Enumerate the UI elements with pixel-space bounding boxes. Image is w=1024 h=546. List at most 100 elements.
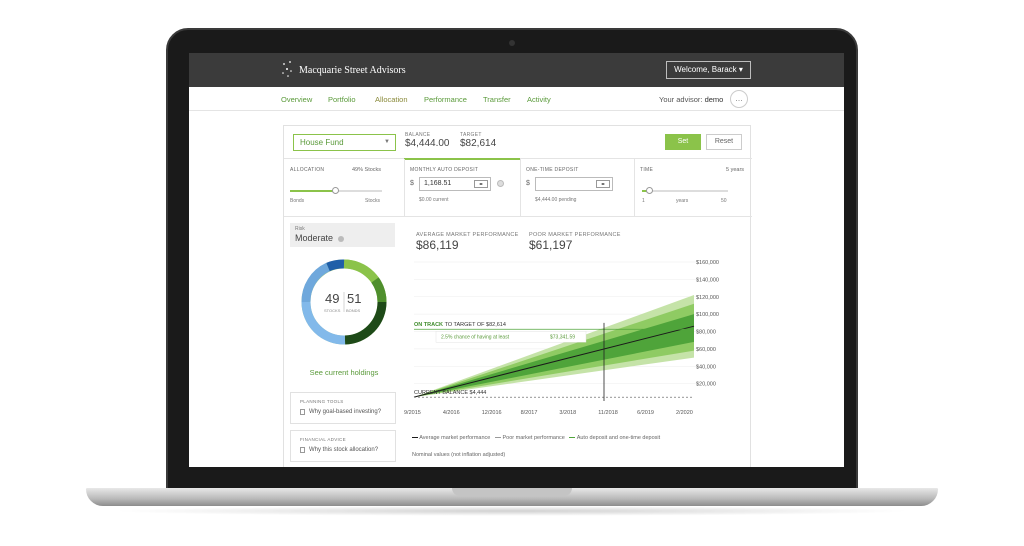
tab-transfer[interactable]: Transfer — [483, 95, 511, 104]
balance-block: BALANCE $4,444.00 — [405, 132, 450, 149]
donut-stocks-value: 49 — [325, 291, 340, 306]
financial-advice-item[interactable]: Why this stock allocation? — [309, 447, 378, 453]
y-tick-label: $40,000 — [696, 364, 716, 370]
one-time-currency: $ — [526, 180, 530, 187]
camera-icon — [509, 40, 515, 46]
allocation-pct-label: 49% Stocks — [352, 167, 382, 173]
avg-performance: AVERAGE MARKET PERFORMANCE $86,119 — [416, 232, 519, 252]
chat-icon[interactable]: … — [730, 90, 748, 108]
x-tick-label: 11/2018 — [598, 410, 617, 416]
poor-performance-value: $61,197 — [529, 238, 573, 252]
document-icon — [300, 447, 305, 453]
legend-deposit: Auto deposit and one-time deposit — [576, 435, 661, 441]
monthly-deposit-cell: MONTHLY AUTO DEPOSIT $ 1,168.51 ◂▸ $0.00… — [404, 159, 520, 217]
goal-card: House Fund ▼ BALANCE $4,444.00 TARGET $8… — [283, 125, 752, 467]
time-value-label: 5 years — [726, 167, 745, 173]
monthly-deposit-input[interactable]: 1,168.51 ◂▸ — [419, 177, 491, 191]
tab-allocation[interactable]: Allocation — [375, 95, 408, 104]
x-tick-label: 2/2020 — [676, 410, 693, 416]
clear-icon[interactable] — [497, 180, 504, 187]
goal-select-value: House Fund — [300, 138, 344, 147]
chart-legend: Average market performance Poor market p… — [412, 435, 660, 441]
planning-tools-item[interactable]: Why goal-based investing? — [309, 409, 381, 415]
y-tick-label: $120,000 — [696, 295, 719, 301]
y-tick-label: $60,000 — [696, 347, 716, 353]
y-tick-label: $160,000 — [696, 260, 719, 266]
allocation-donut-chart — [301, 259, 387, 345]
risk-label: Risk — [295, 226, 305, 232]
poor-performance: POOR MARKET PERFORMANCE $61,197 — [529, 232, 621, 252]
monthly-deposit-value: 1,168.51 — [424, 180, 452, 187]
tab-performance[interactable]: Performance — [424, 95, 467, 104]
document-icon — [300, 409, 305, 415]
tooltip-text: 2.5% chance of having at least — [441, 335, 510, 341]
monthly-deposit-label: MONTHLY AUTO DEPOSIT — [410, 167, 479, 173]
see-holdings-link[interactable]: See current holdings — [284, 368, 404, 377]
x-tick-label: 8/2017 — [521, 410, 538, 416]
main-nav: Overview Portfolio Allocation Performanc… — [189, 87, 844, 111]
advisor-info: Your advisor: demo — [659, 95, 723, 104]
donut-stocks-caption: STOCKS — [324, 308, 341, 313]
advisor-name: demo — [704, 95, 724, 104]
user-menu-button[interactable]: Welcome, Barack ▾ — [666, 61, 751, 79]
brand-logo-icon — [282, 61, 292, 77]
donut-bonds-value: 51 — [347, 291, 362, 306]
risk-value: Moderate — [295, 233, 344, 243]
time-cell: TIME 5 years 1 years 50 — [634, 159, 752, 217]
one-time-deposit-cell: ONE-TIME DEPOSIT $ ◂▸ $4,444.00 pending — [520, 159, 634, 217]
x-tick-label: 9/2015 — [404, 410, 421, 416]
y-tick-label: $100,000 — [696, 312, 719, 318]
time-label: TIME — [640, 167, 654, 173]
monthly-currency: $ — [410, 180, 414, 187]
y-tick-label: $20,000 — [696, 382, 716, 388]
avg-performance-value: $86,119 — [416, 238, 459, 252]
set-button[interactable]: Set — [665, 134, 701, 150]
legend-avg: Average market performance — [419, 435, 491, 441]
stepper-icon[interactable]: ◂▸ — [474, 180, 488, 188]
balance-value: $4,444.00 — [405, 138, 450, 149]
planning-tools-box[interactable]: PLANNING TOOLS Why goal-based investing? — [290, 392, 396, 424]
donut-bonds-caption: BONDS — [346, 308, 361, 313]
nominal-note: Nominal values (not inflation adjusted) — [412, 452, 506, 458]
monthly-deposit-sub: $0.00 current — [419, 197, 449, 203]
stepper-icon[interactable]: ◂▸ — [596, 180, 610, 188]
x-tick-label: 4/2016 — [443, 410, 460, 416]
laptop-shadow — [110, 506, 914, 516]
brand-name[interactable]: Macquarie Street Advisors — [299, 65, 406, 76]
tooltip-value: $73,341.59 — [550, 335, 575, 341]
time-max-label: 50 — [721, 198, 727, 204]
allocation-cell: ALLOCATION 49% Stocks Bonds Stocks — [284, 159, 404, 217]
time-slider-track[interactable] — [642, 190, 728, 192]
legend-poor: Poor market performance — [502, 435, 565, 441]
one-time-deposit-label: ONE-TIME DEPOSIT — [526, 167, 579, 173]
allocation-max-label: Stocks — [365, 198, 381, 204]
controls-row: ALLOCATION 49% Stocks Bonds Stocks MONTH… — [284, 158, 752, 217]
target-value: $82,614 — [460, 138, 497, 149]
allocation-slider-fill — [290, 190, 336, 192]
y-tick-label: $80,000 — [696, 330, 716, 336]
tab-portfolio[interactable]: Portfolio — [328, 95, 356, 104]
reset-button[interactable]: Reset — [706, 134, 742, 150]
one-time-deposit-sub: $4,444.00 pending — [535, 197, 577, 203]
x-tick-label: 6/2019 — [637, 410, 654, 416]
planning-tools-title: PLANNING TOOLS — [300, 399, 344, 404]
one-time-deposit-input[interactable]: ◂▸ — [535, 177, 613, 191]
advisor-prefix: Your advisor: — [659, 95, 703, 104]
financial-advice-box[interactable]: FINANCIAL ADVICE Why this stock allocati… — [290, 430, 396, 462]
y-tick-label: $140,000 — [696, 277, 719, 283]
time-min-label: 1 — [642, 198, 645, 204]
tab-overview[interactable]: Overview — [281, 95, 312, 104]
on-track-label: ON TRACK TO TARGET OF $82,614 — [414, 322, 506, 328]
x-tick-label: 12/2016 — [482, 410, 502, 416]
app-screen: Macquarie Street Advisors Welcome, Barac… — [189, 53, 844, 467]
allocation-slider-handle[interactable] — [331, 187, 339, 194]
tab-activity[interactable]: Activity — [527, 95, 551, 104]
x-tick-label: 3/2018 — [559, 410, 576, 416]
current-balance-label: CURRENT BALANCE $4,444 — [414, 390, 486, 396]
info-icon[interactable] — [337, 235, 344, 242]
time-unit-label: years — [676, 198, 689, 204]
goal-select[interactable]: House Fund ▼ — [293, 134, 396, 151]
top-bar: Macquarie Street Advisors Welcome, Barac… — [189, 53, 844, 87]
time-slider-handle[interactable] — [645, 187, 653, 194]
allocation-min-label: Bonds — [290, 198, 305, 204]
